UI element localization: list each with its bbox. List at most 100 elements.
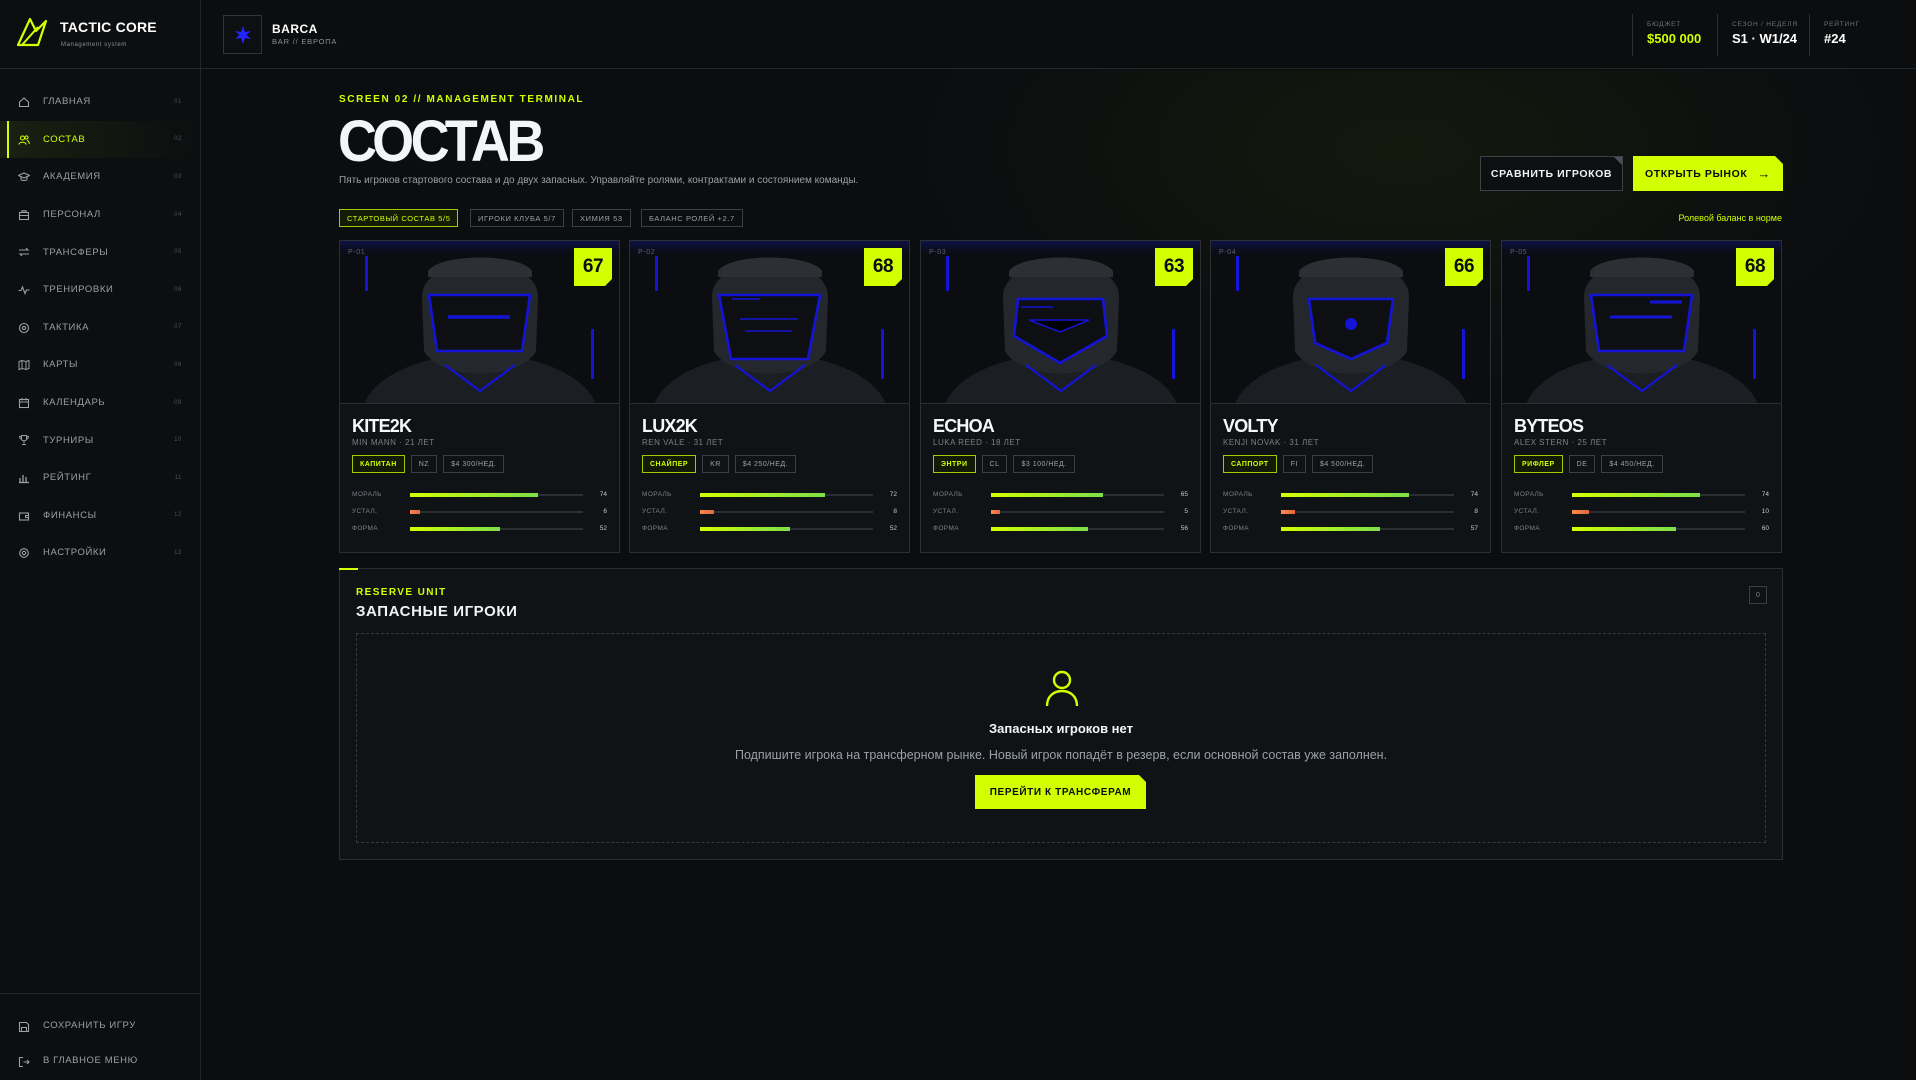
stat-value: 56 [1180,525,1188,532]
stat-track [1281,526,1454,531]
stat-label: Устал. [352,508,378,515]
player-art: P-04 66 [1211,241,1490,404]
calendar-icon [18,397,30,408]
player-card[interactable]: P-03 63 ECHOA LUKA REED · 18 ЛЕТ Энтри CL $3 1… [920,240,1201,553]
player-card[interactable]: P-04 66 VOLTY KENJI NOVAK · 31 ЛЕТ Саппорт FI… [1210,240,1491,553]
player-realname: REN VALE · 31 ЛЕТ [642,438,724,447]
users-icon [18,134,30,145]
role-badge[interactable]: Энтри [933,455,976,473]
sidebar-item-logout[interactable]: В главное меню [0,1043,200,1078]
player-card[interactable]: P-01 67 KITE2K MIN MANN · 21 ЛЕТ Капитан NZ $4… [339,240,620,553]
salary-badge: $4 450/НЕД. [1601,455,1663,473]
country-badge: FI [1282,455,1306,473]
player-tags: Энтри CL $3 100/НЕД. [933,455,1075,473]
chip-club-players[interactable]: Игроки клуба 5/7 [470,209,564,227]
stat-value: 74 [1761,491,1769,498]
stat-form: Форма 52 [352,520,607,537]
stat-label: Форма [642,525,669,532]
stat-fill [991,526,1088,531]
player-rating-badge: 66 [1445,248,1483,286]
target-icon [18,322,30,333]
sidebar-item-users[interactable]: Состав 02 [0,120,200,159]
stat-track [410,509,583,514]
sidebar-item-label: Трансферы [43,246,109,258]
sidebar-item-transfer-arrows[interactable]: Трансферы 05 [0,233,200,271]
compare-players-button[interactable]: СРАВНИТЬ ИГРОКОВ [1480,156,1623,191]
player-id: P-04 [1219,249,1237,256]
stat-label: Мораль [1223,491,1253,498]
stat-fill [700,509,714,514]
sidebar-item-graduation-cap[interactable]: Академия 03 [0,158,200,196]
stat-track [991,526,1164,531]
arrow-right-icon: → [1757,166,1771,181]
stat-fill [410,509,421,514]
player-tags: Саппорт FI $4 500/НЕД. [1223,455,1374,473]
home-icon [18,97,30,108]
stat-fill [700,526,790,531]
stat-track [1572,526,1745,531]
stat-value: 72 [889,491,897,498]
reserve-title: ЗАПАСНЫЕ ИГРОКИ [356,603,518,620]
player-tags: Рифлер DE $4 450/НЕД. [1514,455,1663,473]
role-badge[interactable]: Рифлер [1514,455,1563,473]
save-icon [18,1021,30,1033]
role-badge[interactable]: Капитан [352,455,405,473]
player-rating-badge: 68 [864,248,902,286]
sidebar-item-trophy[interactable]: Турниры 10 [0,421,200,459]
reserve-panel: RESERVE UNIT ЗАПАСНЫЕ ИГРОКИ 0 Запасных … [339,568,1783,860]
player-nickname: VOLTY [1223,416,1278,436]
sidebar-item-label: Финансы [43,509,97,521]
sidebar-item-label: В главное меню [43,1055,138,1066]
role-badge[interactable]: Снайпер [642,455,697,473]
compare-players-label: СРАВНИТЬ ИГРОКОВ [1490,167,1613,180]
player-card[interactable]: P-02 68 LUX2K REN VALE · 31 ЛЕТ Снайпер KR $4 … [629,240,910,553]
logo-area[interactable]: TACTIC CORE Management system [0,0,200,69]
player-nickname: LUX2K [642,416,698,436]
stat-value: 52 [599,525,607,532]
sidebar-item-briefcase[interactable]: Персонал 04 [0,196,200,234]
sidebar-item-number: 12 [174,512,182,519]
salary-badge: $4 500/НЕД. [1311,455,1374,473]
sidebar-item-gear[interactable]: Настройки 13 [0,534,200,572]
trophy-icon [18,435,30,446]
map-icon [18,359,30,371]
sidebar-item-home[interactable]: Главная 01 [0,83,200,121]
stat-value: 8 [1474,508,1478,515]
player-rating-badge: 67 [574,248,612,286]
stat-label: Устал. [1223,508,1249,515]
sidebar-item-label: Рейтинг [43,472,92,484]
sidebar-item-wallet[interactable]: Финансы 12 [0,497,200,535]
stat-fill [1281,509,1295,514]
stat-fill [1572,492,1701,497]
sidebar-item-activity[interactable]: Тренировки 06 [0,271,200,309]
team-logo[interactable] [223,15,262,54]
reserve-kicker: RESERVE UNIT [356,587,447,598]
chip-role-balance[interactable]: Баланс ролей +2.7 [641,209,743,227]
sidebar-item-map[interactable]: Карты 08 [0,346,200,384]
open-market-button[interactable]: ОТКРЫТЬ РЫНОК → [1633,156,1783,191]
stat-fatigue: Устал. 6 [352,503,607,520]
player-art: P-01 67 [340,241,619,404]
sidebar-item-target[interactable]: Тактика 07 [0,309,200,347]
chip-chemistry[interactable]: Химия 53 [572,209,631,227]
role-badge[interactable]: Саппорт [1223,455,1277,473]
player-realname: MIN MANN · 21 ЛЕТ [352,438,435,447]
sidebar-item-label: Главная [43,96,91,108]
go-to-transfers-button[interactable]: ПЕРЕЙТИ К ТРАНСФЕРАМ [975,775,1146,809]
briefcase-icon [18,210,30,220]
sidebar-item-save[interactable]: Сохранить игру [0,1008,200,1043]
sidebar-item-bar-chart[interactable]: Рейтинг 11 [0,459,200,497]
stat-track [410,526,583,531]
sidebar-item-calendar[interactable]: Календарь 09 [0,384,200,422]
stat-fill [700,492,825,497]
sidebar-item-label: Сохранить игру [43,1020,136,1031]
activity-icon [18,285,30,295]
open-market-label: ОТКРЫТЬ РЫНОК [1644,167,1748,180]
player-card[interactable]: P-05 68 BYTEOS ALEX STERN · 25 ЛЕТ Рифлер DE $… [1501,240,1782,553]
sidebar-item-number: 03 [174,173,182,180]
player-stats: Мораль 74 Устал. 6 Форма 52 [352,486,607,537]
player-id: P-05 [1510,249,1528,256]
player-id: P-03 [929,249,947,256]
chip-starting-lineup[interactable]: Стартовый состав 5/5 [339,209,459,227]
player-art: P-05 68 [1502,241,1781,404]
